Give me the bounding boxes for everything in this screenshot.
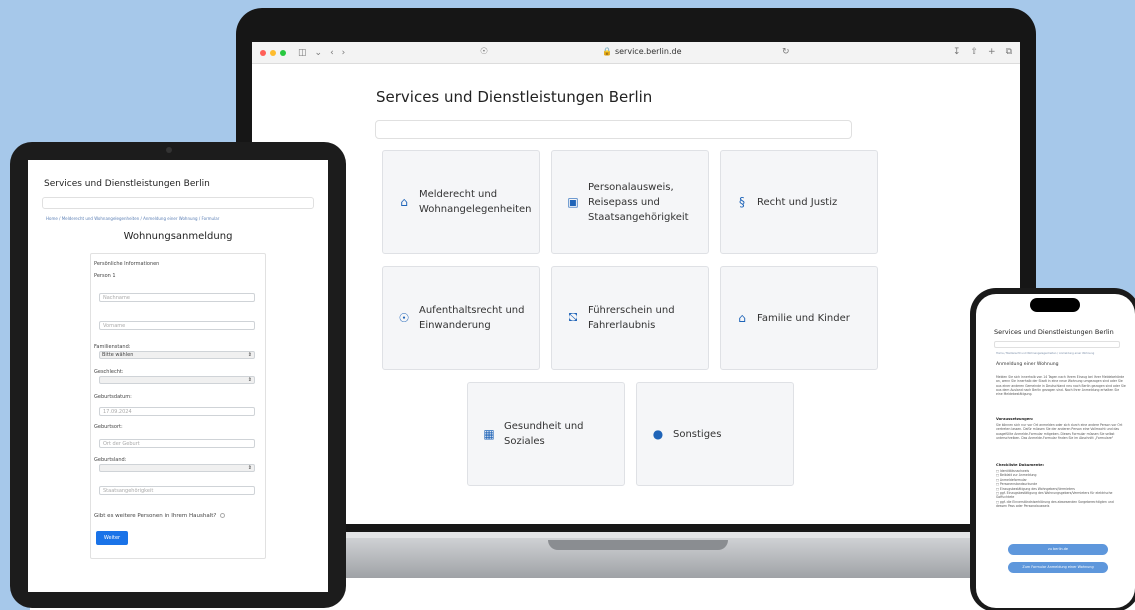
family-icon: ⌂ — [738, 311, 746, 325]
phone-breadcrumb[interactable]: Home / Melderecht und Wohnangelegenheite… — [996, 352, 1094, 355]
minimize-window-dot[interactable] — [270, 49, 276, 56]
geburtsdatum-label: Geburtsdatum: — [94, 394, 132, 400]
checkliste-title: Checkliste Dokumente: — [996, 463, 1045, 467]
back-icon[interactable]: ‹ — [330, 48, 334, 58]
geburtsort-field[interactable]: Ort der Geburt — [99, 439, 255, 448]
form-heading: Wohnungsanmeldung — [123, 231, 233, 242]
tile-label: Familie und Kinder — [757, 312, 850, 324]
nachname-field[interactable]: Nachname — [99, 293, 255, 302]
geburtsdatum-field[interactable]: 17.09.2024 — [99, 407, 255, 416]
tile-label: Personalausweis, Reisepass und Staatsang… — [588, 181, 689, 223]
tile-aufenthaltsrecht[interactable]: ☉ Aufenthaltsrecht und Einwanderung — [382, 266, 540, 370]
home-icon: ⌂ — [400, 195, 408, 209]
toolbar-right-actions: ↧ ⇧ + ⧉ — [953, 47, 1012, 57]
familienstand-label: Familienstand: — [94, 344, 131, 350]
household-checkbox[interactable] — [220, 513, 226, 518]
chat-icon: ● — [652, 427, 664, 441]
tablet-page-title: Services und Dienstleistungen Berlin — [44, 179, 210, 189]
checklist-item[interactable]: □ ggf. Einzugsbestätigung des Wohnungsge… — [996, 491, 1124, 500]
geschlecht-select[interactable] — [99, 376, 255, 384]
sidebar-icon[interactable]: ◫ — [298, 48, 307, 58]
chevron-down-icon[interactable]: ⌄ — [315, 48, 323, 58]
breadcrumb[interactable]: Home / Melderecht und Wohnangelegenheite… — [46, 216, 219, 221]
phone-heading: Anmeldung einer Wohnung — [996, 362, 1059, 367]
geburtsort-label: Geburtsort: — [94, 424, 123, 430]
familienstand-select[interactable]: Bitte wählen — [99, 351, 255, 359]
vorname-field[interactable]: Vorname — [99, 321, 255, 330]
tile-familie[interactable]: ⌂ Familie und Kinder — [720, 266, 878, 370]
tabs-overview-icon[interactable]: ⧉ — [1006, 47, 1012, 57]
tile-recht-justiz[interactable]: § Recht und Justiz — [720, 150, 878, 254]
checklist-item[interactable]: □ ggf. die Einverständniserklärung des a… — [996, 500, 1124, 509]
download-icon[interactable]: ↧ — [953, 47, 961, 57]
address-bar[interactable]: 🔒 service.berlin.de — [602, 47, 682, 56]
tile-label: Aufenthaltsrecht und Einwanderung — [419, 305, 525, 331]
tile-label: Recht und Justiz — [757, 196, 838, 208]
car-icon: ⛞ — [568, 310, 578, 324]
share-icon[interactable]: ⇧ — [970, 47, 978, 57]
maximize-window-dot[interactable] — [280, 49, 286, 56]
close-window-dot[interactable] — [260, 49, 266, 56]
section-label: Persönliche Informationen — [94, 261, 160, 267]
geburtsland-select[interactable] — [99, 464, 255, 472]
intro-text: Melden Sie sich innerhalb von 14 Tagen n… — [996, 375, 1126, 397]
tile-sonstiges[interactable]: ● Sonstiges — [636, 382, 794, 486]
tile-label: Gesundheit und Soziales — [504, 421, 584, 447]
phone-page-title: Services und Dienstleistungen Berlin — [994, 328, 1114, 336]
tile-label: Melderecht und Wohnangelegenheiten — [419, 189, 532, 215]
berlin-de-button[interactable]: zu berlin.de — [1008, 544, 1108, 555]
checkliste: □ Identitätsnachweis □ Beiblatt zur Anme… — [996, 469, 1124, 509]
voraussetzungen-text: Sie können sich nur vor Ort anmelden ode… — [996, 423, 1123, 440]
search-input[interactable] — [375, 120, 852, 139]
tablet-search-input[interactable] — [42, 197, 314, 209]
reload-icon[interactable]: ↻ — [782, 47, 790, 57]
browser-toolbar: ◫ ⌄ ‹ › ☉ 🔒 service.berlin.de ↻ ↧ ⇧ + ⧉ — [252, 42, 1020, 64]
tablet-screen: Services und Dienstleistungen Berlin Hom… — [28, 160, 328, 592]
medical-kit-icon: ▦ — [483, 427, 495, 441]
geschlecht-label: Geschlecht: — [94, 369, 124, 375]
phone-screen: Services und Dienstleistungen Berlin Hom… — [976, 294, 1135, 608]
person-label: Person 1 — [94, 273, 116, 279]
tile-label: Sonstiges — [673, 428, 722, 440]
lock-icon: 🔒 — [602, 47, 612, 56]
forward-icon[interactable]: › — [342, 48, 346, 58]
staatsangehoerigkeit-field[interactable]: Staatsangehörigkeit — [99, 486, 255, 495]
page-title: Services und Dienstleistungen Berlin — [376, 88, 653, 106]
laptop-notch — [548, 540, 728, 550]
tile-gesundheit[interactable]: ▦ Gesundheit und Soziales — [467, 382, 625, 486]
phone-dynamic-island — [1030, 298, 1080, 312]
household-question-text: Gibt es weitere Personen in Ihrem Hausha… — [94, 513, 217, 519]
privacy-shield-icon[interactable]: ☉ — [480, 47, 488, 57]
formular-button[interactable]: Zum Formular Anmeldung einer Wohnung — [1008, 562, 1108, 573]
globe-icon: ☉ — [398, 311, 410, 325]
new-tab-icon[interactable]: + — [988, 47, 996, 57]
tile-fuehrerschein[interactable]: ⛞ Führerschein und Fahrerlaubnis — [551, 266, 709, 370]
paragraph-icon: § — [739, 195, 745, 209]
household-question: Gibt es weitere Personen in Ihrem Hausha… — [94, 513, 226, 519]
laptop-screen: ◫ ⌄ ‹ › ☉ 🔒 service.berlin.de ↻ ↧ ⇧ + ⧉ … — [252, 42, 1020, 524]
voraussetzungen-title: Voraussetzungen: — [996, 417, 1034, 421]
id-card-icon: ▣ — [567, 195, 579, 209]
weiter-button[interactable]: Weiter — [96, 531, 128, 545]
tile-personalausweis[interactable]: ▣ Personalausweis, Reisepass und Staatsa… — [551, 150, 709, 254]
tablet-camera — [166, 147, 172, 153]
geburtsland-label: Geburtsland: — [94, 457, 127, 463]
tile-label: Führerschein und Fahrerlaubnis — [588, 305, 675, 331]
phone-search-input[interactable] — [994, 341, 1120, 348]
address-url: service.berlin.de — [614, 47, 682, 56]
tile-melderecht[interactable]: ⌂ Melderecht und Wohnangelegenheiten — [382, 150, 540, 254]
